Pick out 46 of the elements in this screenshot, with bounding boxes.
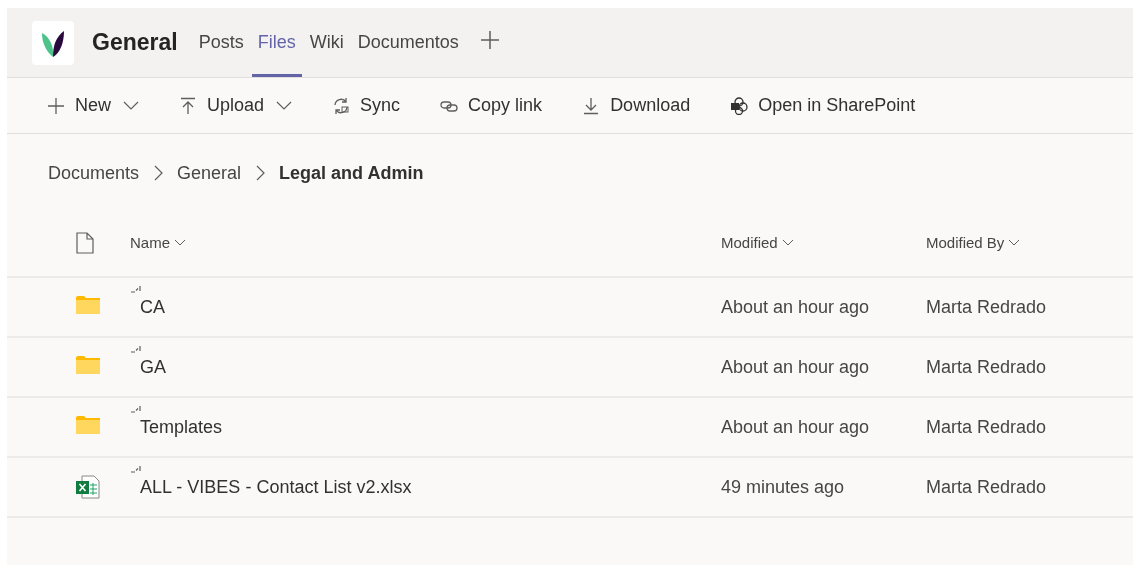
modified-cell-text: 49 minutes ago	[721, 475, 846, 499]
sharepoint-icon	[730, 96, 749, 115]
tab[interactable]: Wiki	[303, 8, 350, 77]
modified-cell-text: About an hour ago	[721, 415, 871, 439]
breadcrumb-item[interactable]: General	[177, 159, 242, 187]
file-name[interactable]: CA	[140, 293, 165, 321]
file-row[interactable]: ALL - VIBES - Contact List v2.xlsx 49 minutes ago Marta Redrado	[7, 458, 1133, 518]
chevron-down-icon	[1008, 239, 1021, 247]
modified-cell-text: About an hour ago	[721, 355, 871, 379]
toolbar-button[interactable]: Sync	[332, 92, 401, 119]
file-type-icon	[76, 232, 94, 254]
modified-by-cell-text: Marta Redrado	[926, 355, 1048, 379]
sync-icon	[332, 96, 351, 115]
file-name[interactable]: GA	[140, 353, 166, 381]
channel-title: General	[92, 28, 178, 58]
add-tab-icon[interactable]	[479, 29, 500, 50]
toolbar-button[interactable]: Copy link	[440, 92, 543, 119]
file-row[interactable]: CA About an hour ago Marta Redrado	[7, 278, 1133, 338]
chevron-right-icon	[255, 165, 266, 181]
modified-cell-text: About an hour ago	[721, 295, 871, 319]
modified-by-cell-text: Marta Redrado	[926, 415, 1048, 439]
tab[interactable]: Files	[251, 8, 302, 77]
modified-by-cell-text: Marta Redrado	[926, 295, 1048, 319]
file-name[interactable]: ALL - VIBES - Contact List v2.xlsx	[140, 473, 412, 501]
upload-icon	[179, 96, 197, 115]
breadcrumb-item[interactable]: Documents	[48, 159, 140, 187]
file-row[interactable]: Templates About an hour ago Marta Redrado	[7, 398, 1133, 458]
modified-by-cell-text: Marta Redrado	[926, 475, 1048, 499]
column-header[interactable]: Name	[130, 231, 186, 255]
file-row[interactable]: GA About an hour ago Marta Redrado	[7, 338, 1133, 398]
column-header[interactable]: Modified By	[926, 231, 1021, 255]
chevron-right-icon	[153, 165, 164, 181]
chevron-down-icon	[174, 239, 186, 247]
toolbar-button[interactable]: New	[47, 92, 139, 119]
plus-icon	[47, 96, 65, 115]
column-header[interactable]: Modified	[721, 231, 794, 255]
toolbar-button[interactable]: Open in SharePoint	[730, 92, 916, 119]
tab[interactable]: Documentos	[351, 8, 465, 77]
download-icon	[582, 96, 601, 115]
toolbar-button[interactable]: Download	[582, 92, 691, 119]
file-name[interactable]: Templates	[140, 413, 223, 441]
spreadsheet-icon	[76, 475, 100, 499]
toolbar-button[interactable]: Upload	[179, 92, 293, 119]
tab[interactable]: Posts	[192, 8, 250, 77]
breadcrumb-item[interactable]: Legal and Admin	[279, 159, 424, 187]
chevron-down-icon	[781, 239, 794, 247]
